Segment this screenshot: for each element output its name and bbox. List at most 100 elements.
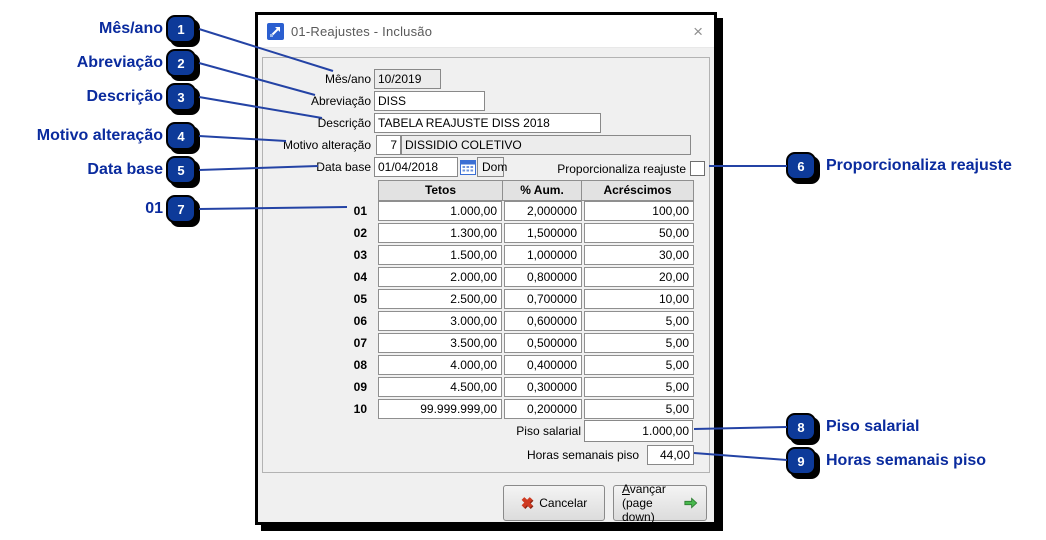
annotation-label-01: 01 (145, 197, 163, 221)
aum-cell[interactable]: 0,400000 (504, 355, 582, 375)
table-row: 01 1.000,002,000000100,00 (263, 201, 711, 221)
piso-salarial-field[interactable]: 1.000,00 (584, 420, 693, 442)
row-number: 07 (347, 333, 367, 353)
data-base-field[interactable]: 01/04/2018 (374, 157, 458, 177)
row-number: 02 (347, 223, 367, 243)
annotation-label-mes-ano: Mês/ano (99, 17, 163, 41)
close-icon[interactable]: × (691, 23, 705, 40)
descricao-label: Descrição (271, 113, 371, 133)
aum-cell[interactable]: 0,500000 (504, 333, 582, 353)
cancel-button-label: Cancelar (539, 496, 587, 510)
annotation-badge-1: 1 (166, 15, 196, 43)
acrescimos-cell[interactable]: 5,00 (584, 333, 694, 353)
row-number: 04 (347, 267, 367, 287)
acrescimos-cell[interactable]: 5,00 (584, 377, 694, 397)
acrescimos-cell[interactable]: 10,00 (584, 289, 694, 309)
dialog-body: Mês/ano 10/2019 Abreviação DISS Descriçã… (258, 48, 714, 522)
annotation-badge-6: 6 (786, 152, 816, 180)
table-row: 10 99.999.999,000,2000005,00 (263, 399, 711, 419)
annotation-label-descricao: Descrição (87, 85, 164, 109)
tetos-cell[interactable]: 3.500,00 (378, 333, 502, 353)
title-bar: 01-Reajustes - Inclusão × (258, 15, 714, 48)
annotation-badge-4: 4 (166, 122, 196, 150)
table-row: 09 4.500,000,3000005,00 (263, 377, 711, 397)
tetos-cell[interactable]: 4.000,00 (378, 355, 502, 375)
aum-cell[interactable]: 1,500000 (504, 223, 582, 243)
acrescimos-cell[interactable]: 5,00 (584, 355, 694, 375)
acrescimos-cell[interactable]: 20,00 (584, 267, 694, 287)
tetos-cell[interactable]: 2.000,00 (378, 267, 502, 287)
annotation-label-data-base: Data base (87, 158, 163, 182)
table-row: 07 3.500,000,5000005,00 (263, 333, 711, 353)
horas-semanais-label: Horas semanais piso (439, 445, 639, 465)
proporcionaliza-label: Proporcionaliza reajuste (486, 159, 686, 179)
annotation-label-motivo: Motivo alteração (37, 124, 163, 148)
table-header: Tetos % Aum. Acréscimos (378, 180, 694, 201)
piso-salarial-label: Piso salarial (381, 420, 581, 442)
row-number: 10 (347, 399, 367, 419)
column-header-acrescimos: Acréscimos (582, 181, 693, 200)
tetos-cell[interactable]: 4.500,00 (378, 377, 502, 397)
cancel-button[interactable]: ✖ Cancelar (503, 485, 605, 521)
mes-ano-field[interactable]: 10/2019 (374, 69, 441, 89)
proporcionaliza-checkbox[interactable] (690, 161, 705, 176)
tetos-cell[interactable]: 3.000,00 (378, 311, 502, 331)
table-row: 05 2.500,000,70000010,00 (263, 289, 711, 309)
row-number: 09 (347, 377, 367, 397)
table-row: 06 3.000,000,6000005,00 (263, 311, 711, 331)
aum-cell[interactable]: 0,800000 (504, 267, 582, 287)
row-number: 03 (347, 245, 367, 265)
reajustes-dialog: 01-Reajustes - Inclusão × Mês/ano 10/201… (255, 12, 717, 525)
window-title: 01-Reajustes - Inclusão (291, 24, 691, 39)
data-base-label: Data base (271, 157, 371, 177)
aum-cell[interactable]: 2,000000 (504, 201, 582, 221)
tetos-cell[interactable]: 1.000,00 (378, 201, 502, 221)
row-number: 06 (347, 311, 367, 331)
aum-cell[interactable]: 0,700000 (504, 289, 582, 309)
table-row: 03 1.500,001,00000030,00 (263, 245, 711, 265)
annotation-badge-8: 8 (786, 413, 816, 441)
acrescimos-cell[interactable]: 100,00 (584, 201, 694, 221)
mes-ano-label: Mês/ano (271, 69, 371, 89)
row-number: 01 (347, 201, 367, 221)
next-button[interactable]: Avançar (page down) (613, 485, 707, 521)
annotation-badge-9: 9 (786, 447, 816, 475)
calendar-icon[interactable] (460, 159, 476, 175)
annotation-badge-3: 3 (166, 83, 196, 111)
acrescimos-cell[interactable]: 5,00 (584, 399, 694, 419)
annotation-badge-2: 2 (166, 49, 196, 77)
aum-cell[interactable]: 0,200000 (504, 399, 582, 419)
tetos-cell[interactable]: 1.300,00 (378, 223, 502, 243)
form-panel: Mês/ano 10/2019 Abreviação DISS Descriçã… (262, 57, 710, 473)
aum-cell[interactable]: 0,600000 (504, 311, 582, 331)
acrescimos-cell[interactable]: 30,00 (584, 245, 694, 265)
annotation-label-proporcionaliza: Proporcionaliza reajuste (826, 154, 1012, 178)
motivo-code-field[interactable]: 7 (376, 135, 401, 155)
column-header-aum: % Aum. (503, 181, 582, 200)
table-row: 04 2.000,000,80000020,00 (263, 267, 711, 287)
app-icon (267, 23, 284, 40)
row-number: 08 (347, 355, 367, 375)
column-header-tetos: Tetos (379, 181, 503, 200)
motivo-label: Motivo alteração (271, 135, 371, 155)
annotation-label-horas: Horas semanais piso (826, 449, 986, 473)
acrescimos-cell[interactable]: 5,00 (584, 311, 694, 331)
row-number: 05 (347, 289, 367, 309)
aum-cell[interactable]: 0,300000 (504, 377, 582, 397)
annotation-badge-5: 5 (166, 156, 196, 184)
next-arrow-icon (684, 496, 698, 510)
cancel-x-icon: ✖ (521, 494, 534, 512)
horas-semanais-field[interactable]: 44,00 (647, 445, 694, 465)
abreviacao-label: Abreviação (271, 91, 371, 111)
acrescimos-cell[interactable]: 50,00 (584, 223, 694, 243)
tetos-cell[interactable]: 1.500,00 (378, 245, 502, 265)
motivo-desc-field: DISSIDIO COLETIVO (401, 135, 691, 155)
aum-cell[interactable]: 1,000000 (504, 245, 582, 265)
annotation-badge-7: 7 (166, 195, 196, 223)
tetos-cell[interactable]: 2.500,00 (378, 289, 502, 309)
abreviacao-field[interactable]: DISS (374, 91, 485, 111)
descricao-field[interactable]: TABELA REAJUSTE DISS 2018 (374, 113, 601, 133)
table-row: 02 1.300,001,50000050,00 (263, 223, 711, 243)
tetos-cell[interactable]: 99.999.999,00 (378, 399, 502, 419)
annotation-label-abreviacao: Abreviação (77, 51, 163, 75)
